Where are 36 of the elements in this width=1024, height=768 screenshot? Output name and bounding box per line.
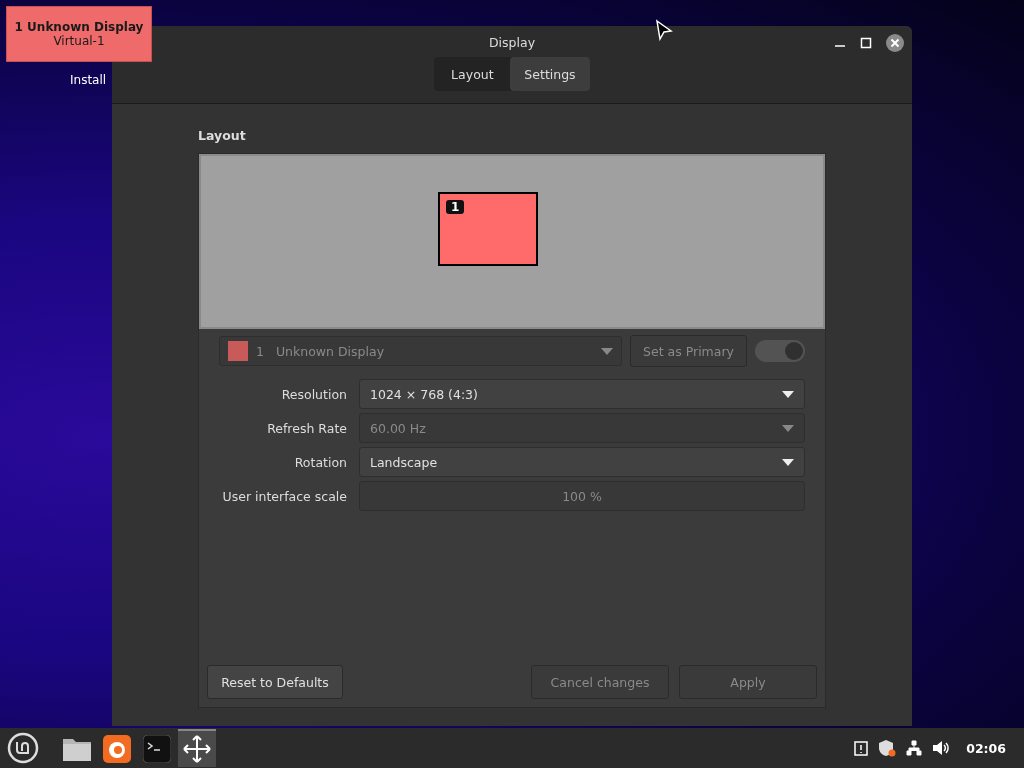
monitor[interactable]: 1 xyxy=(438,192,538,266)
monitor-number: 1 xyxy=(446,200,465,214)
display-output: Virtual-1 xyxy=(53,34,105,48)
volume-icon[interactable] xyxy=(932,740,951,756)
network-icon[interactable] xyxy=(906,740,923,756)
caret-icon xyxy=(601,347,614,355)
display-number: 1 xyxy=(256,343,264,359)
caret-icon xyxy=(782,424,794,432)
maximize-icon[interactable] xyxy=(860,37,872,49)
clipboard-icon[interactable] xyxy=(854,740,869,756)
desktop-icon-label[interactable]: Install xyxy=(70,73,107,87)
section-heading: Layout xyxy=(198,128,247,143)
folder-icon xyxy=(62,736,92,762)
action-button[interactable]: Reset to Defaults xyxy=(207,665,343,699)
display-name: Unknown Display xyxy=(275,343,385,359)
clock[interactable]: 02:06 xyxy=(966,740,1006,756)
move-arrows-icon xyxy=(182,734,212,764)
setting-label: User interface scale xyxy=(221,488,347,504)
cursor-icon xyxy=(655,19,673,41)
window-title: Display xyxy=(488,35,536,50)
tab[interactable]: Settings xyxy=(510,57,590,91)
tab[interactable]: Layout xyxy=(434,57,511,91)
dropdown[interactable]: Landscape xyxy=(359,447,805,477)
browser-icon xyxy=(103,735,131,763)
caret-icon xyxy=(782,390,794,398)
shield-icon[interactable] xyxy=(878,739,897,757)
dropdown[interactable]: 1024 × 768 (4:3) xyxy=(359,379,805,409)
menu-icon[interactable] xyxy=(6,731,40,765)
close-icon[interactable] xyxy=(886,34,904,52)
setting-label: Resolution xyxy=(280,386,347,402)
launcher[interactable] xyxy=(178,729,216,767)
setting-label: Rotation xyxy=(293,454,347,470)
terminal-icon xyxy=(143,735,171,763)
setting-label: Refresh Rate xyxy=(266,420,347,436)
display-name: 1 Unknown Display xyxy=(14,20,144,34)
caret-icon xyxy=(782,458,794,466)
